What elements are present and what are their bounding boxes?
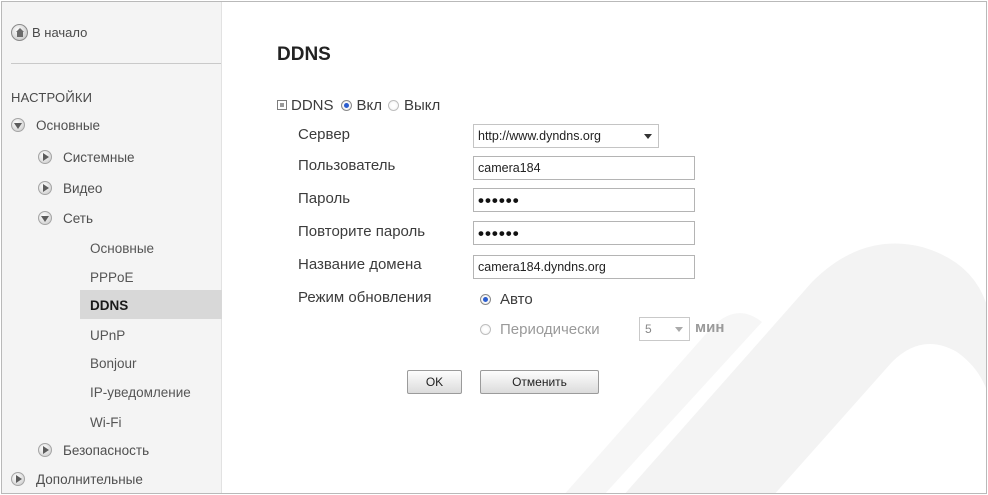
- sidebar-item-network-basic[interactable]: Основные: [90, 237, 154, 259]
- sidebar-item-ddns[interactable]: DDNS: [90, 294, 128, 316]
- bullet-icon: [277, 100, 287, 110]
- update-interval-unit: мин: [695, 319, 725, 336]
- sidebar-item-label: Видео: [63, 180, 103, 196]
- password-input[interactable]: ••••••: [473, 188, 695, 212]
- user-label: Пользователь: [298, 157, 396, 174]
- sidebar-item-label: Дополнительные: [36, 471, 143, 487]
- sidebar-item-upnp[interactable]: UPnP: [90, 324, 125, 346]
- password-repeat-input[interactable]: ••••••: [473, 221, 695, 245]
- password-mask: ••••••: [478, 190, 520, 210]
- update-periodic-radio[interactable]: [480, 323, 491, 335]
- expand-arrow-icon: [38, 211, 52, 225]
- sidebar-item-label: Системные: [63, 149, 135, 165]
- ddns-on-radio[interactable]: [340, 99, 352, 111]
- cancel-button[interactable]: Отменить: [480, 370, 599, 394]
- collapse-arrow-icon: [38, 181, 52, 195]
- ok-button[interactable]: OK: [407, 370, 462, 394]
- update-interval-select[interactable]: 5: [639, 317, 690, 341]
- ddns-off-label[interactable]: Выкл: [404, 97, 440, 114]
- update-auto-radio[interactable]: [480, 293, 491, 305]
- domain-input[interactable]: camera184.dyndns.org: [473, 255, 695, 279]
- sidebar-item-network[interactable]: Сеть: [38, 207, 93, 229]
- update-periodic-option[interactable]: Периодически: [480, 319, 600, 339]
- app-window: В начало НАСТРОЙКИ Основные Системные Ви…: [1, 1, 987, 494]
- collapse-arrow-icon: [38, 150, 52, 164]
- sidebar-item-advanced[interactable]: Дополнительные: [11, 468, 143, 490]
- ddns-off-radio[interactable]: [388, 99, 400, 111]
- home-link[interactable]: В начало: [11, 22, 87, 42]
- sidebar-divider: [11, 63, 221, 64]
- chevron-down-icon: [675, 327, 683, 332]
- password-repeat-mask: ••••••: [478, 223, 520, 243]
- chevron-down-icon: [644, 134, 652, 139]
- domain-label: Название домена: [298, 256, 422, 273]
- update-periodic-label: Периодически: [500, 320, 600, 338]
- sidebar-item-wifi[interactable]: Wi-Fi: [90, 411, 121, 433]
- password-label: Пароль: [298, 190, 351, 207]
- sidebar-item-basic[interactable]: Основные: [11, 114, 100, 136]
- server-select[interactable]: http://www.dyndns.org: [473, 124, 659, 148]
- collapse-arrow-icon: [38, 443, 52, 457]
- settings-header: НАСТРОЙКИ: [11, 89, 93, 105]
- sidebar-item-label: Безопасность: [63, 442, 150, 458]
- server-selected-value: http://www.dyndns.org: [478, 129, 601, 143]
- sidebar-item-security[interactable]: Безопасность: [38, 439, 149, 461]
- page-title: DDNS: [277, 44, 331, 65]
- sidebar-item-label: Сеть: [63, 210, 94, 226]
- sidebar-item-video[interactable]: Видео: [38, 177, 102, 199]
- home-icon: [11, 23, 28, 41]
- sidebar-item-system[interactable]: Системные: [38, 146, 135, 168]
- update-auto-option[interactable]: Авто: [480, 289, 533, 309]
- sidebar-item-bonjour[interactable]: Bonjour: [90, 352, 137, 374]
- user-input[interactable]: camera184: [473, 156, 695, 180]
- expand-arrow-icon: [11, 118, 25, 132]
- home-label: В начало: [32, 24, 88, 40]
- update-interval-value: 5: [645, 322, 652, 336]
- collapse-arrow-icon: [11, 472, 25, 486]
- sidebar-item-label: Основные: [36, 117, 101, 133]
- server-label: Сервер: [298, 126, 351, 143]
- sidebar-item-ip-notification[interactable]: IP-уведомление: [90, 381, 191, 403]
- update-auto-label: Авто: [500, 290, 533, 308]
- ddns-toggle-row: DDNS Вкл Выкл: [277, 95, 440, 115]
- update-mode-label: Режим обновления: [298, 289, 432, 306]
- sidebar-item-pppoe[interactable]: PPPoE: [90, 266, 134, 288]
- sidebar: В начало НАСТРОЙКИ Основные Системные Ви…: [2, 2, 222, 493]
- ddns-on-label[interactable]: Вкл: [357, 97, 383, 114]
- ddns-toggle-label: DDNS: [291, 96, 334, 114]
- password-repeat-label: Повторите пароль: [298, 223, 426, 240]
